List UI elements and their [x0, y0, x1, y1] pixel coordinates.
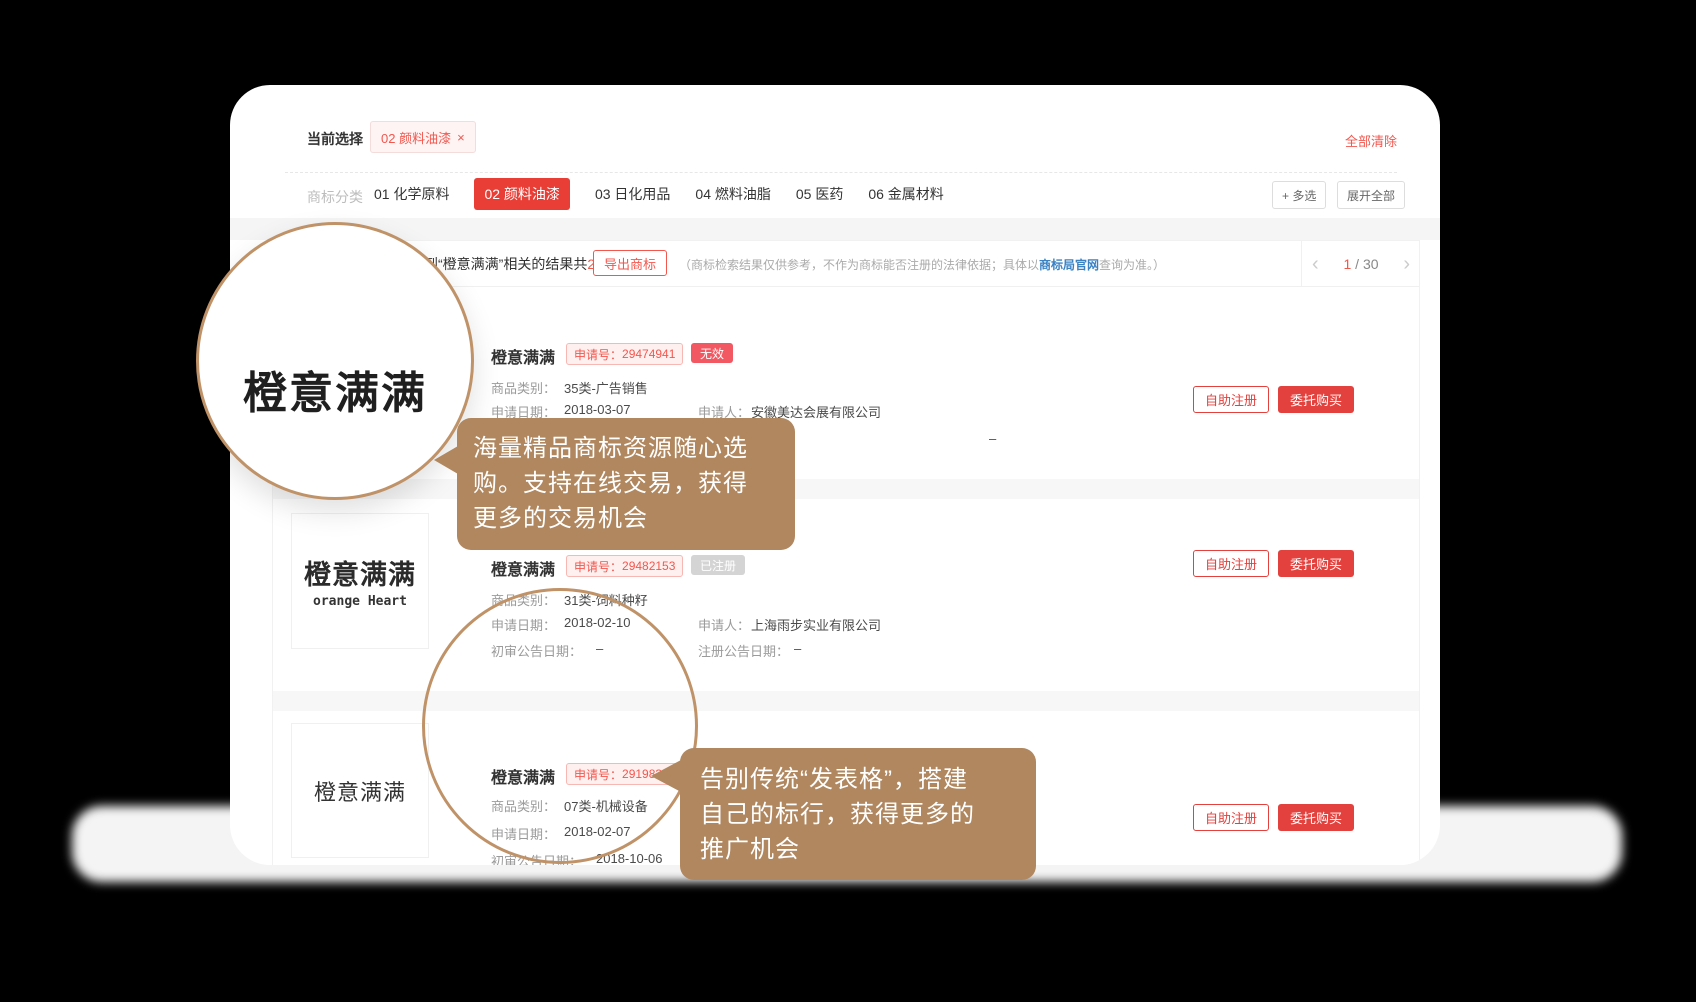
- tooltip-line: 海量精品商标资源随心选: [473, 431, 795, 466]
- tooltip-marketplace: 海量精品商标资源随心选 购。支持在线交易，获得 更多的交易机会: [457, 418, 795, 550]
- magnifier-lens-large: 橙意满满: [196, 222, 474, 500]
- self-register-button[interactable]: 自助注册: [1193, 550, 1269, 577]
- tooltip-line: 购。支持在线交易，获得: [473, 466, 795, 501]
- row-separator: [273, 479, 1419, 499]
- category-tab-06[interactable]: 06 金属材料: [868, 184, 943, 204]
- pagination: ‹ 1 / 30 ›: [1302, 241, 1420, 286]
- trademark-office-link[interactable]: 商标局官网: [1039, 258, 1099, 272]
- tooltip-line: 更多的交易机会: [473, 501, 795, 536]
- magnifier-lens-small: [422, 588, 698, 864]
- selected-filter-tag[interactable]: 02 颜料油漆 ×: [370, 121, 476, 153]
- trademark-thumbnail-3[interactable]: 橙意满满: [291, 723, 429, 858]
- category-tab-02-active[interactable]: 02 颜料油漆: [474, 178, 569, 210]
- applicant-label: 申请人：: [698, 615, 750, 634]
- page-total: 30: [1363, 256, 1379, 272]
- selected-filter-tag-text: 02 颜料油漆: [381, 128, 451, 147]
- disclaimer-pre: （商标检索结果仅供参考，不作为商标能否注册的法律依据；具体以: [679, 258, 1039, 272]
- disclaimer-text: （商标检索结果仅供参考，不作为商标能否注册的法律依据；具体以商标局官网查询为准。…: [679, 256, 1165, 273]
- app-no-value: 29474941: [622, 347, 675, 361]
- clear-all-button[interactable]: 全部清除: [1345, 131, 1397, 150]
- thumbnail-cn-text: 橙意满满: [304, 553, 416, 592]
- section-gap: [230, 218, 1440, 240]
- lens-trademark-text: 橙意满满: [243, 357, 427, 421]
- trademark-name: 橙意满满: [491, 344, 555, 368]
- app-no-label: 申请号：: [574, 346, 622, 363]
- status-badge-invalid: 无效: [691, 343, 733, 363]
- application-number-badge: 申请号：29482153: [566, 555, 683, 577]
- thumbnail-en-text: orange Heart: [313, 594, 407, 609]
- application-number-badge: 申请号：29474941: [566, 343, 683, 365]
- tooltip-arrow-left-icon: [651, 760, 681, 792]
- stage: 当前选择 02 颜料油漆 × 全部清除 商标分类 01 化学原料 02 颜料油漆…: [0, 0, 1696, 1002]
- disclaimer-post: 查询为准。）: [1099, 258, 1165, 272]
- page-prev-icon[interactable]: ‹: [1312, 254, 1319, 274]
- current-selection-label: 当前选择: [307, 129, 363, 149]
- category-field-label: 商品类别：: [491, 378, 556, 397]
- app-date-value: 2018-03-07: [564, 402, 631, 417]
- applicant-value: 上海雨步实业有限公司: [751, 615, 881, 634]
- extra-dash-value: –: [989, 431, 996, 446]
- page-separator: /: [1351, 256, 1363, 272]
- reg-pub-label: 注册公告日期：: [698, 641, 789, 660]
- page-next-icon[interactable]: ›: [1403, 254, 1410, 274]
- entrust-buy-button[interactable]: 委托购买: [1278, 550, 1354, 577]
- entrust-buy-button[interactable]: 委托购买: [1278, 804, 1354, 831]
- export-trademarks-button[interactable]: 导出商标: [593, 250, 667, 276]
- status-badge-registered: 已注册: [691, 555, 745, 575]
- thumbnail-cn-text: 橙意满满: [314, 775, 406, 807]
- self-register-button[interactable]: 自助注册: [1193, 804, 1269, 831]
- app-no-label: 申请号：: [574, 558, 622, 575]
- page-indicator: 1 / 30: [1343, 256, 1378, 272]
- category-tab-04[interactable]: 04 燃料油脂: [695, 184, 770, 204]
- trademark-thumbnail-2[interactable]: 橙意满满 orange Heart: [291, 513, 429, 649]
- category-tab-01[interactable]: 01 化学原料: [374, 184, 449, 204]
- category-tab-05[interactable]: 05 医药: [796, 184, 843, 204]
- category-bar-label: 商标分类: [307, 187, 363, 207]
- tooltip-line: 自己的标行，获得更多的: [700, 797, 1036, 832]
- dashed-divider: [285, 172, 1397, 173]
- tooltip-arrow-left-icon: [434, 446, 458, 474]
- trademark-name: 橙意满满: [491, 556, 555, 580]
- category-tabs: 01 化学原料 02 颜料油漆 03 日化用品 04 燃料油脂 05 医药 06…: [374, 179, 944, 209]
- app-no-value: 29482153: [622, 559, 675, 573]
- category-field-value: 35类-广告销售: [564, 378, 648, 397]
- multi-select-button[interactable]: + 多选: [1272, 181, 1326, 209]
- category-tab-03[interactable]: 03 日化用品: [595, 184, 670, 204]
- entrust-buy-button[interactable]: 委托购买: [1278, 386, 1354, 413]
- tooltip-line: 告别传统“发表格”，搭建: [700, 762, 1036, 797]
- tooltip-line: 推广机会: [700, 832, 1036, 867]
- tooltip-promotion: 告别传统“发表格”，搭建 自己的标行，获得更多的 推广机会: [680, 748, 1036, 880]
- reg-pub-value: –: [794, 641, 801, 656]
- expand-all-button[interactable]: 展开全部: [1337, 181, 1405, 209]
- self-register-button[interactable]: 自助注册: [1193, 386, 1269, 413]
- tag-close-icon[interactable]: ×: [457, 130, 465, 145]
